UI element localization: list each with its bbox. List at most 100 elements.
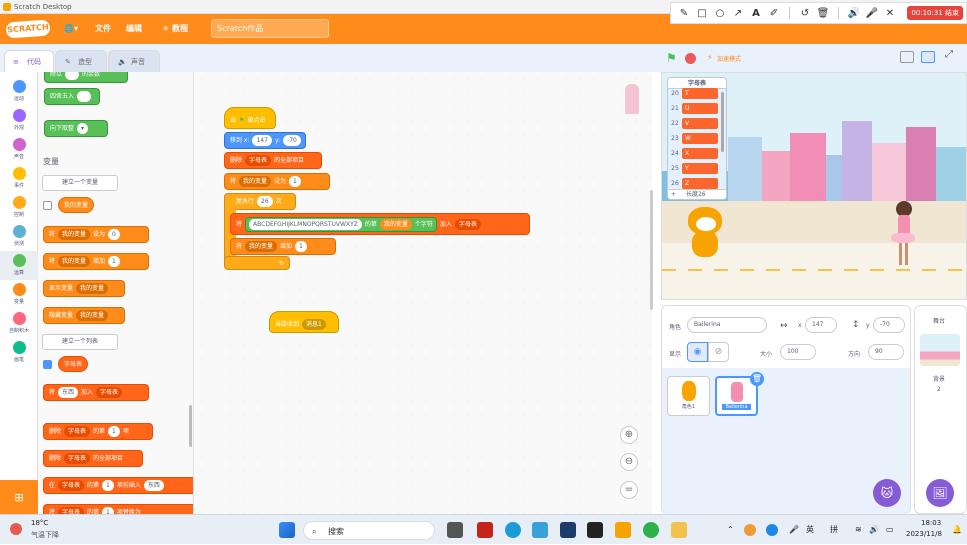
variable-checkbox[interactable] bbox=[43, 201, 52, 210]
list-dropdown[interactable]: 字母表 bbox=[58, 507, 85, 514]
list-row[interactable]: 22 V bbox=[668, 116, 726, 130]
list-monitor[interactable]: 字母表 20 T 21 U 22 V 23 W 24 X 25 Y 26 Z + 长度26 bbox=[667, 77, 727, 200]
list-row-value[interactable]: Z bbox=[682, 177, 718, 189]
sprite-name-input[interactable]: Ballerina bbox=[687, 317, 767, 333]
palette-block-change-variable[interactable]: 将我的变量 增加 1 bbox=[43, 253, 149, 270]
weather-icon[interactable] bbox=[10, 523, 22, 535]
palette-block-floor[interactable]: 向下取整 ▾ bbox=[44, 120, 108, 137]
cat-sprite[interactable] bbox=[682, 207, 730, 265]
app-icon[interactable] bbox=[560, 522, 576, 538]
variable-reporter[interactable]: 我的变量 bbox=[379, 218, 412, 230]
list-row-value[interactable]: Y bbox=[682, 162, 718, 174]
repeat-count-input[interactable]: 26 bbox=[257, 196, 273, 207]
list-dropdown[interactable]: 字母表 bbox=[96, 387, 123, 398]
weather-desc[interactable]: 气温下降 bbox=[31, 530, 59, 540]
variable-dropdown[interactable]: 我的变量 bbox=[239, 176, 272, 187]
goto-xy-block[interactable]: 移到 x: 147 y: -70 bbox=[224, 132, 306, 149]
notification-bell-icon[interactable]: 🔔 bbox=[952, 515, 962, 545]
dropdown[interactable]: ▾ bbox=[77, 123, 89, 134]
task-view-icon[interactable] bbox=[447, 522, 463, 538]
tab-code[interactable]: ≡ 代码 bbox=[4, 50, 54, 73]
edge-browser-icon[interactable] bbox=[505, 522, 521, 538]
large-stage-icon[interactable] bbox=[921, 51, 935, 63]
file-explorer-icon[interactable] bbox=[671, 522, 687, 538]
text-input[interactable]: ABCDEFGHIJKLMNOPQRSTUVWXYZ bbox=[249, 218, 362, 230]
item-input[interactable]: 东西 bbox=[58, 387, 79, 398]
palette-block-delete-all[interactable]: 删除 字母表 的全部项目 bbox=[43, 450, 143, 467]
list-add-button[interactable]: + bbox=[671, 191, 676, 198]
input-slot[interactable] bbox=[65, 72, 80, 80]
circle-icon[interactable]: ○ bbox=[713, 6, 727, 20]
list-scrollbar[interactable] bbox=[721, 92, 724, 152]
scratch-taskbar-icon[interactable] bbox=[615, 522, 631, 538]
category-6[interactable]: 运算 bbox=[0, 251, 38, 280]
list-dropdown[interactable]: 字母表 bbox=[58, 480, 85, 491]
clock-time[interactable]: 18:03 bbox=[921, 519, 941, 527]
microphone-icon[interactable]: 🎤 bbox=[789, 515, 799, 545]
palette-block-hide-variable[interactable]: 隐藏变量 我的变量 bbox=[43, 307, 125, 324]
value-input[interactable]: 1 bbox=[295, 241, 307, 252]
list-dropdown[interactable]: 字母表 bbox=[454, 218, 481, 230]
list-dropdown[interactable]: 字母表 bbox=[245, 155, 272, 166]
x-input[interactable]: 147 bbox=[805, 317, 837, 333]
palette-block-divide[interactable]: 除以 的余数 bbox=[44, 72, 128, 83]
size-input[interactable]: 100 bbox=[780, 344, 816, 360]
choose-backdrop-button[interactable]: 🖼 bbox=[926, 479, 954, 507]
delete-all-of-list-block[interactable]: 删除 字母表 的全部项目 bbox=[224, 152, 322, 169]
palette-reporter-my-variable[interactable]: 我的变量 bbox=[58, 197, 95, 213]
delete-sprite-button[interactable]: 🗑 bbox=[750, 372, 764, 386]
change-variable-block[interactable]: 将我的变量 增加 1 bbox=[230, 238, 336, 255]
pdf-app-icon[interactable] bbox=[477, 522, 493, 538]
stop-icon[interactable] bbox=[685, 53, 696, 64]
trash-icon[interactable]: 🗑 bbox=[816, 6, 830, 20]
tutorials-menu[interactable]: ☀ 教程 bbox=[162, 14, 188, 44]
palette-block-replace-item[interactable]: 将字母表 的第 1 项替换为 bbox=[43, 504, 193, 514]
list-row[interactable]: 25 Y bbox=[668, 161, 726, 175]
list-row[interactable]: 26 Z bbox=[668, 176, 726, 190]
undo-icon[interactable]: ↺ bbox=[798, 6, 812, 20]
wifi-icon[interactable]: ≋ bbox=[855, 515, 862, 545]
arrow-icon[interactable]: ↗ bbox=[731, 6, 745, 20]
category-8[interactable]: 自制积木 bbox=[0, 309, 38, 338]
project-title-input[interactable]: Scratch作品 bbox=[211, 19, 329, 38]
category-2[interactable]: 声音 bbox=[0, 135, 38, 164]
palette-block-add-to-list[interactable]: 将东西 加入 字母表 bbox=[43, 384, 149, 401]
ballerina-sprite[interactable] bbox=[888, 201, 918, 271]
file-menu[interactable]: 文件 bbox=[95, 14, 111, 44]
hide-button[interactable]: ⊘ bbox=[708, 342, 729, 362]
list-checkbox-checked[interactable] bbox=[43, 360, 52, 369]
sprite-thumb-cat[interactable]: 角色1 bbox=[667, 376, 710, 416]
ime-pinyin[interactable]: 拼 bbox=[830, 515, 838, 545]
value-input[interactable]: 1 bbox=[108, 256, 120, 267]
ime-english[interactable]: 英 bbox=[806, 515, 814, 545]
taskbar-search[interactable]: ⌕ 搜索 bbox=[303, 521, 435, 540]
green-flag-icon[interactable]: ⚑ bbox=[666, 51, 677, 65]
input-slot[interactable] bbox=[77, 91, 92, 102]
set-variable-block[interactable]: 将我的变量 设为 1 bbox=[224, 173, 330, 190]
close-icon[interactable]: ✕ bbox=[883, 6, 897, 20]
variable-dropdown[interactable]: 我的变量 bbox=[76, 283, 109, 294]
show-visible-button[interactable]: ◉ bbox=[687, 342, 708, 362]
x-input[interactable]: 147 bbox=[252, 135, 272, 146]
list-dropdown[interactable]: 字母表 bbox=[64, 453, 91, 464]
category-3[interactable]: 事件 bbox=[0, 164, 38, 193]
choose-sprite-button[interactable]: 🐱 bbox=[873, 479, 901, 507]
terminal-icon[interactable] bbox=[587, 522, 603, 538]
microphone-icon[interactable]: 🎤 bbox=[865, 6, 879, 20]
list-row-value[interactable]: V bbox=[682, 117, 718, 129]
value-input[interactable]: 1 bbox=[289, 176, 301, 187]
pen-icon[interactable]: ✎ bbox=[677, 6, 691, 20]
windows-start-icon[interactable] bbox=[279, 522, 295, 538]
value-input[interactable]: 0 bbox=[108, 229, 120, 240]
list-row-value[interactable]: W bbox=[682, 132, 718, 144]
speaker-icon[interactable]: 🔊 bbox=[847, 6, 861, 20]
list-row[interactable]: 24 X bbox=[668, 146, 726, 160]
item-input[interactable]: 东西 bbox=[143, 480, 164, 491]
zoom-reset-button[interactable]: = bbox=[620, 481, 638, 499]
variable-dropdown[interactable]: 我的变量 bbox=[58, 229, 91, 240]
language-globe-icon[interactable]: 🌐▾ bbox=[64, 14, 78, 44]
list-row-value[interactable]: X bbox=[682, 147, 718, 159]
volume-icon[interactable]: 🔊 bbox=[869, 515, 879, 545]
zoom-out-button[interactable]: ⊖ bbox=[620, 453, 638, 471]
weather-temp[interactable]: 18°C bbox=[31, 519, 48, 527]
